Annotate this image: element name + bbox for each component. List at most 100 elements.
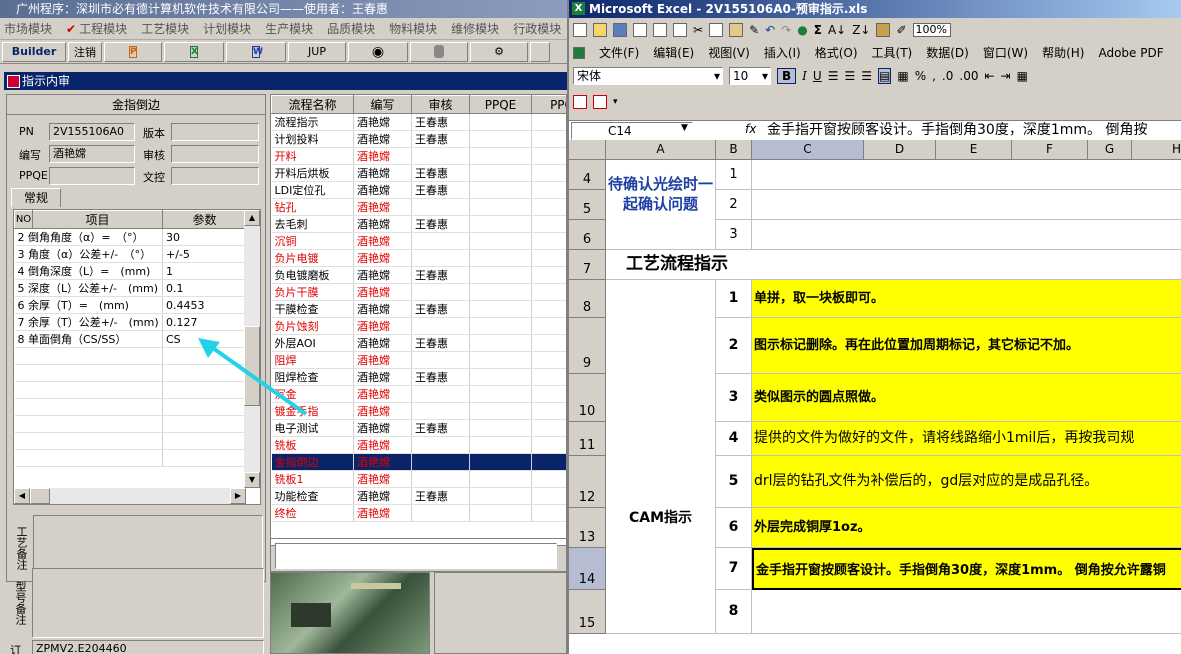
comma-icon[interactable]: , bbox=[932, 69, 936, 83]
cam-number-cell[interactable]: 7 bbox=[716, 548, 752, 590]
menu-view[interactable]: 视图(V) bbox=[708, 44, 750, 61]
workbook-icon[interactable] bbox=[573, 46, 585, 59]
toolbar-options-icon[interactable]: ▾ bbox=[613, 97, 618, 107]
cam-instruction-cell[interactable]: 单拼，取一块板即可。 bbox=[752, 280, 1181, 318]
flow-row[interactable]: 负片蚀刻 酒艳嫦 bbox=[271, 317, 566, 335]
scroll-up-icon[interactable]: ▲ bbox=[244, 210, 260, 226]
logout-button[interactable]: 注销 bbox=[68, 41, 102, 62]
more-icon-button[interactable] bbox=[530, 41, 550, 62]
chart-wizard-icon[interactable] bbox=[876, 22, 891, 37]
writer-field[interactable]: 酒艳嫦 bbox=[49, 145, 135, 163]
align-left-icon[interactable]: ☰ bbox=[828, 69, 839, 83]
save-icon[interactable] bbox=[613, 22, 627, 37]
align-right-icon[interactable]: ☰ bbox=[861, 69, 872, 83]
param-row[interactable]: 6 余厚（T）= (mm) 0.4453 bbox=[14, 296, 247, 314]
menu-format[interactable]: 格式(O) bbox=[815, 44, 858, 61]
item-number-cell[interactable]: 1 bbox=[716, 160, 752, 190]
confirm-note-cell[interactable]: 待确认光绘时一起确认问题 bbox=[606, 160, 716, 250]
flow-row[interactable]: 镀金手指 酒艳嫦 bbox=[271, 402, 566, 420]
row-header[interactable]: 15 bbox=[569, 590, 606, 634]
flow-row[interactable]: 铣板1 酒艳嫦 bbox=[271, 470, 566, 488]
row-header[interactable]: 8 bbox=[569, 280, 606, 318]
formula-input[interactable]: 金手指开窗按顾客设计。手指倒角30度，深度1mm。 倒角按 bbox=[767, 122, 1181, 140]
text-cell[interactable] bbox=[752, 220, 1181, 250]
column-header[interactable]: H bbox=[1132, 140, 1181, 160]
scroll-left-icon[interactable]: ◀ bbox=[14, 488, 30, 504]
cam-instruction-cell[interactable]: 金手指开窗按顾客设计。手指倒角30度，深度1mm。 倒角按允许露铜 bbox=[752, 548, 1181, 590]
menu-tools[interactable]: 工具(T) bbox=[872, 44, 913, 61]
cam-number-cell[interactable]: 4 bbox=[716, 422, 752, 456]
row-header[interactable]: 11 bbox=[569, 422, 606, 456]
autosum-icon[interactable]: Σ bbox=[814, 23, 822, 37]
pdf-email-icon[interactable] bbox=[593, 95, 607, 109]
order-field[interactable]: ZPMV2.E204460 bbox=[32, 640, 264, 654]
review-field[interactable] bbox=[171, 145, 259, 163]
borders-icon[interactable]: ▦ bbox=[1017, 69, 1028, 83]
flow-row[interactable]: LDI定位孔 酒艳嫦 王春惠 bbox=[271, 181, 566, 199]
cam-number-cell[interactable]: 3 bbox=[716, 374, 752, 422]
undo-icon[interactable]: ↶ bbox=[765, 23, 775, 37]
row-header[interactable]: 4 bbox=[569, 160, 606, 190]
select-all-corner[interactable] bbox=[569, 140, 606, 160]
function-icon[interactable]: fx bbox=[745, 122, 756, 136]
flow-row[interactable]: 铣板 酒艳嫦 bbox=[271, 436, 566, 454]
tools-icon-button[interactable]: ⚙ bbox=[470, 41, 528, 62]
menu-material[interactable]: 物料模块 bbox=[389, 20, 437, 37]
menu-file[interactable]: 文件(F) bbox=[599, 44, 639, 61]
word-icon-button[interactable]: W bbox=[226, 41, 286, 62]
menu-production[interactable]: 生产模块 bbox=[265, 20, 313, 37]
param-row[interactable]: 2 倒角角度（α）= （°） 30 bbox=[14, 228, 247, 246]
menu-admin[interactable]: 行政模块 bbox=[513, 20, 561, 37]
view-icon-button[interactable]: ◉ bbox=[348, 41, 408, 62]
column-header[interactable]: D bbox=[864, 140, 936, 160]
column-header[interactable]: F bbox=[1012, 140, 1088, 160]
flow-row[interactable]: 干膜检查 酒艳嫦 王春惠 bbox=[271, 300, 566, 318]
flow-row[interactable]: 阻焊检查 酒艳嫦 王春惠 bbox=[271, 368, 566, 386]
print-preview-icon[interactable] bbox=[653, 22, 667, 37]
text-cell[interactable] bbox=[752, 160, 1181, 190]
menu-plan[interactable]: 计划模块 bbox=[203, 20, 251, 37]
cam-section-cell[interactable]: CAM指示 bbox=[606, 280, 716, 634]
hyperlink-icon[interactable]: ● bbox=[797, 23, 807, 37]
cam-number-cell[interactable]: 1 bbox=[716, 280, 752, 318]
flow-row[interactable]: 终检 酒艳嫦 bbox=[271, 504, 566, 522]
flow-row[interactable]: 沉金 酒艳嫦 bbox=[271, 385, 566, 403]
param-row[interactable]: 4 倒角深度（L）= (mm) 1 bbox=[14, 262, 247, 280]
menu-maintenance[interactable]: 维修模块 bbox=[451, 20, 499, 37]
params-hscrollbar[interactable]: ◀ ▶ bbox=[14, 488, 246, 504]
row-header[interactable]: 5 bbox=[569, 190, 606, 220]
cam-instruction-cell[interactable]: 提供的文件为做好的文件，请将线路缩小1mil后，再按我司规 bbox=[752, 422, 1181, 456]
column-header[interactable]: G bbox=[1088, 140, 1132, 160]
flow-row[interactable]: 计划投料 酒艳嫦 王春惠 bbox=[271, 130, 566, 148]
paste-icon[interactable] bbox=[729, 22, 744, 37]
cam-number-cell[interactable]: 6 bbox=[716, 508, 752, 548]
database-icon-button[interactable] bbox=[410, 41, 468, 62]
comment-input[interactable] bbox=[275, 543, 557, 569]
flow-row[interactable]: 阻焊 酒艳嫦 bbox=[271, 351, 566, 369]
format-painter-icon[interactable]: ✎ bbox=[749, 23, 759, 37]
flow-row[interactable]: 沉铜 酒艳嫦 bbox=[271, 232, 566, 250]
param-row[interactable]: 5 深度（L）公差+/- (mm) 0.1 bbox=[14, 279, 247, 297]
cam-instruction-cell[interactable]: 类似图示的圆点照做。 bbox=[752, 374, 1181, 422]
model-note-field[interactable] bbox=[32, 568, 264, 638]
flow-row[interactable]: 开料 酒艳嫦 bbox=[271, 147, 566, 165]
flow-row[interactable]: 开料后烘板 酒艳嫦 王春惠 bbox=[271, 164, 566, 182]
flow-row[interactable]: 负片干膜 酒艳嫦 bbox=[271, 283, 566, 301]
currency-icon[interactable]: ▦ bbox=[897, 69, 908, 83]
tab-general[interactable]: 常规 bbox=[11, 188, 61, 207]
align-center-icon[interactable]: ☰ bbox=[844, 69, 855, 83]
percent-icon[interactable]: % bbox=[915, 69, 926, 83]
menu-insert[interactable]: 插入(I) bbox=[764, 44, 801, 61]
menu-process[interactable]: 工艺模块 bbox=[141, 20, 189, 37]
flow-section-cell[interactable]: 工艺流程指示 bbox=[606, 250, 1181, 280]
param-row[interactable]: 3 角度（α）公差+/- （°） +/-5 bbox=[14, 245, 247, 263]
ppt-icon-button[interactable]: P bbox=[104, 41, 162, 62]
flow-row[interactable]: 流程指示 酒艳嫦 王春惠 bbox=[271, 113, 566, 131]
drawing-icon[interactable]: ✐ bbox=[896, 23, 906, 37]
version-field[interactable] bbox=[171, 123, 259, 141]
row-header[interactable]: 9 bbox=[569, 318, 606, 374]
cam-instruction-cell[interactable] bbox=[752, 590, 1181, 634]
row-header[interactable]: 6 bbox=[569, 220, 606, 250]
font-size-select[interactable]: 10 ▾ bbox=[729, 66, 771, 85]
row-header[interactable]: 14 bbox=[569, 548, 606, 590]
